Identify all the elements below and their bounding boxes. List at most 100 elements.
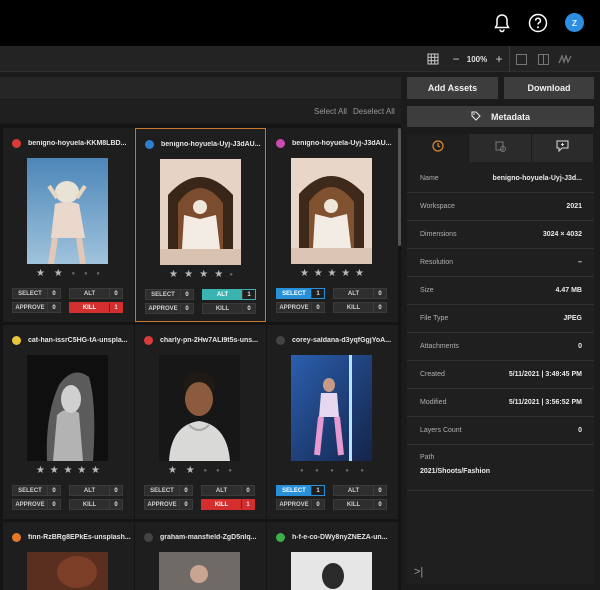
approve-button[interactable]: APPROVE 0 <box>12 302 61 313</box>
meta-row-attachments: Attachments 0 <box>407 333 594 361</box>
alt-button[interactable]: ALT 0 <box>201 485 255 496</box>
panel-tabs <box>407 134 594 162</box>
alt-button[interactable]: ALT 0 <box>69 288 123 299</box>
grid-scrollbar[interactable] <box>398 128 401 246</box>
color-label-dot <box>145 139 154 149</box>
color-label-dot <box>144 335 153 345</box>
download-button[interactable]: Download <box>504 77 594 99</box>
select-all-link[interactable]: Select All <box>314 107 347 116</box>
approve-button[interactable]: APPROVE 0 <box>144 499 193 510</box>
asset-title: h-f-e-co-DWy8nyZNEZA-un... <box>276 531 396 543</box>
asset-filename: finn-RzBRg8EPkEs-unsplash... <box>28 533 131 541</box>
asset-thumbnail[interactable] <box>159 355 240 461</box>
asset-thumbnail[interactable] <box>27 158 108 264</box>
color-label-dot <box>276 532 285 542</box>
select-button[interactable]: SELECT 1 <box>276 288 325 299</box>
asset-title: benigno-hoyuela-Uyj-J3dAU... <box>145 138 265 150</box>
zoom-out-button[interactable]: − <box>450 50 462 68</box>
tab-info[interactable] <box>407 134 470 162</box>
asset-card[interactable]: benigno-hoyuela-Uyj-J3dAU... ★ ★ ★ ★ ★ SELEC… <box>267 128 398 322</box>
color-label-dot <box>12 532 21 542</box>
select-button[interactable]: SELECT 1 <box>276 485 325 496</box>
kill-button[interactable]: KILL 0 <box>69 499 123 510</box>
asset-thumbnail[interactable] <box>291 355 372 461</box>
kill-button[interactable]: KILL 1 <box>69 302 123 313</box>
deselect-all-link[interactable]: Deselect All <box>353 107 395 116</box>
asset-filename: benigno-hoyuela-KKM8LBD... <box>28 139 127 147</box>
asset-title: charly-pn-2Hw7ALI9t5s-uns... <box>144 334 264 346</box>
zoom-level: 100% <box>466 54 488 64</box>
add-assets-button[interactable]: Add Assets <box>407 77 498 99</box>
markup-icon[interactable] <box>557 50 573 68</box>
star-rating[interactable]: ★ ★ ★ ★ ★ <box>300 269 364 279</box>
asset-thumbnail[interactable] <box>291 158 372 264</box>
asset-grid: benigno-hoyuela-KKM8LBD... ★ ★ ● ● ● SELECT 0… <box>0 124 401 590</box>
toolbar: − 100% + <box>0 46 600 72</box>
bell-icon[interactable] <box>491 12 513 34</box>
metadata-label: Metadata <box>490 111 530 122</box>
color-label-dot <box>12 138 21 148</box>
asset-thumbnail[interactable] <box>159 552 240 590</box>
meta-row-workspace: Workspace 2021 <box>407 193 594 221</box>
meta-row-dimensions: Dimensions 3024 × 4032 <box>407 221 594 249</box>
select-button[interactable]: SELECT 0 <box>145 289 194 300</box>
metadata-button[interactable]: Metadata <box>407 106 594 127</box>
star-rating[interactable]: ● ● ● ● ● <box>300 466 364 476</box>
asset-filename: benigno-hoyuela-Uyj-J3dAU... <box>161 140 261 148</box>
select-button[interactable]: SELECT 0 <box>144 485 193 496</box>
meta-row-path: Path 2021/Shoots/Fashion <box>407 443 594 491</box>
kill-button[interactable]: KILL 0 <box>202 303 256 314</box>
kill-button[interactable]: KILL 1 <box>201 499 255 510</box>
tab-comments[interactable] <box>532 134 594 162</box>
alt-button[interactable]: ALT 0 <box>333 485 387 496</box>
versions-icon <box>494 139 506 157</box>
compare-view-icon[interactable] <box>536 50 550 68</box>
collapse-panel-icon[interactable]: >| <box>414 566 423 578</box>
star-rating[interactable]: ★ ★ ★ ★ ● <box>169 270 233 280</box>
color-label-dot <box>12 335 21 345</box>
meta-row-resolution: Resolution – <box>407 249 594 277</box>
alt-button[interactable]: ALT 0 <box>333 288 387 299</box>
color-label-dot <box>276 138 285 148</box>
asset-card[interactable]: finn-RzBRg8EPkEs-unsplash... <box>3 522 134 590</box>
tab-versions[interactable] <box>469 134 532 162</box>
select-button[interactable]: SELECT 0 <box>12 485 61 496</box>
asset-card[interactable]: h-f-e-co-DWy8nyZNEZA-un... <box>267 522 398 590</box>
asset-thumbnail[interactable] <box>27 552 108 590</box>
star-rating[interactable]: ★ ★ ● ● ● <box>36 269 100 279</box>
star-rating[interactable]: ★ ★ ● ● ● <box>168 466 232 476</box>
select-button[interactable]: SELECT 0 <box>12 288 61 299</box>
asset-card[interactable]: benigno-hoyuela-Uyj-J3dAU... ★ ★ ★ ★ ● SELEC… <box>135 128 266 322</box>
asset-card[interactable]: charly-pn-2Hw7ALI9t5s-uns... ★ ★ ● ● ● SELEC… <box>135 325 266 519</box>
asset-thumbnail[interactable] <box>160 159 241 265</box>
asset-filename: corey-saldana-d3yqfGgjYoA... <box>292 336 392 344</box>
asset-card[interactable]: benigno-hoyuela-KKM8LBD... ★ ★ ● ● ● SELECT 0… <box>3 128 134 322</box>
kill-button[interactable]: KILL 0 <box>333 499 387 510</box>
approve-button[interactable]: APPROVE 0 <box>12 499 61 510</box>
help-circle-icon[interactable] <box>527 12 549 34</box>
meta-row-file-type: File Type JPEG <box>407 305 594 333</box>
approve-button[interactable]: APPROVE 0 <box>145 303 194 314</box>
asset-title: finn-RzBRg8EPkEs-unsplash... <box>12 531 132 543</box>
kill-button[interactable]: KILL 0 <box>333 302 387 313</box>
asset-thumbnail[interactable] <box>27 355 108 461</box>
asset-card[interactable]: graham-mansfield-ZgD5nlq... <box>135 522 266 590</box>
avatar[interactable]: z <box>565 13 584 32</box>
single-view-icon[interactable] <box>514 50 528 68</box>
alt-button[interactable]: ALT 1 <box>202 289 256 300</box>
approve-button[interactable]: APPROVE 0 <box>276 499 325 510</box>
asset-title: benigno-hoyuela-Uyj-J3dAU... <box>276 137 396 149</box>
meta-row-size: Size 4.47 MB <box>407 277 594 305</box>
meta-row-created: Created 5/11/2021 | 3:49:45 PM <box>407 361 594 389</box>
zoom-in-button[interactable]: + <box>493 50 505 68</box>
meta-row-layers-count: Layers Count 0 <box>407 417 594 445</box>
alt-button[interactable]: ALT 0 <box>69 485 123 496</box>
asset-card[interactable]: cat-han-issrC5HG-tA-unspla... ★ ★ ★ ★ ★ SELE… <box>3 325 134 519</box>
approve-button[interactable]: APPROVE 0 <box>276 302 325 313</box>
comment-icon <box>556 139 569 157</box>
asset-card[interactable]: corey-saldana-d3yqfGgjYoA... ● ● ● ● ● SELEC… <box>267 325 398 519</box>
star-rating[interactable]: ★ ★ ★ ★ ★ <box>36 466 100 476</box>
clock-icon <box>432 139 444 157</box>
grid-view-icon[interactable] <box>425 50 441 68</box>
asset-thumbnail[interactable] <box>291 552 372 590</box>
